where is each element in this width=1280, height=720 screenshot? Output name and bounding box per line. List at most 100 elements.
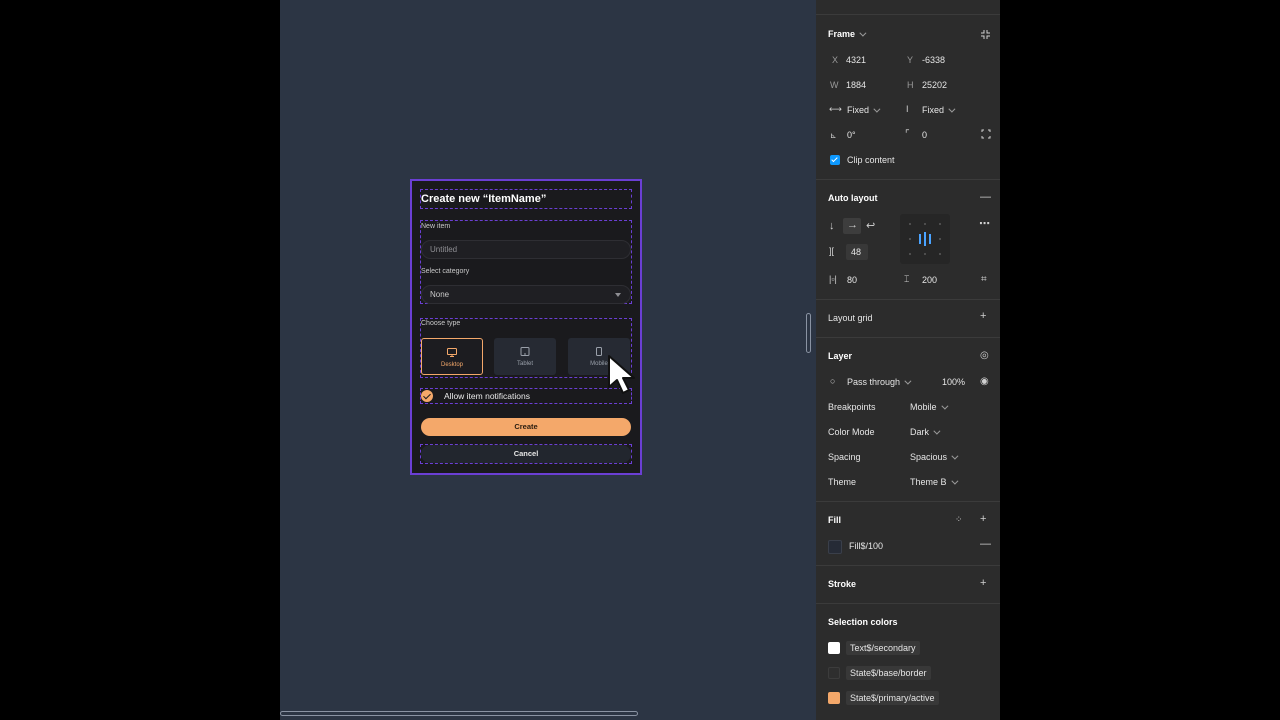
selection-color-item[interactable]: State$/primary/active bbox=[846, 691, 939, 705]
more-options-icon[interactable]: ⋯ bbox=[979, 219, 990, 230]
align-bar-icon bbox=[919, 234, 921, 244]
fill-swatch[interactable] bbox=[828, 540, 842, 554]
padding-vertical-icon: ⌶ bbox=[904, 274, 910, 284]
color-swatch[interactable] bbox=[828, 692, 840, 704]
color-mode-select[interactable]: Dark bbox=[910, 427, 941, 437]
add-fill-icon[interactable]: + bbox=[980, 514, 986, 525]
desktop-icon bbox=[447, 348, 457, 357]
blend-mode-select[interactable]: Pass through bbox=[847, 377, 912, 387]
new-item-label: New item bbox=[421, 223, 451, 230]
horizontal-sizing-select[interactable]: Fixed bbox=[847, 105, 881, 115]
arrow-right-icon: → bbox=[847, 219, 858, 231]
individual-padding-icon[interactable]: ⌗ bbox=[981, 274, 987, 285]
layer-heading: Layer bbox=[828, 351, 853, 361]
type-tablet-button[interactable]: Tablet bbox=[494, 338, 556, 375]
color-swatch[interactable] bbox=[828, 642, 840, 654]
padding-vertical-input[interactable]: 200 bbox=[922, 275, 937, 285]
collapse-icon[interactable] bbox=[980, 29, 991, 40]
opacity-input[interactable]: 100% bbox=[942, 377, 965, 387]
fill-style-name[interactable]: Fill$/100 bbox=[849, 541, 883, 551]
notifications-checkbox[interactable] bbox=[421, 390, 433, 402]
divider bbox=[816, 565, 1000, 566]
divider bbox=[816, 501, 1000, 502]
gap-input[interactable]: 48 bbox=[846, 244, 868, 260]
category-label: Select category bbox=[421, 268, 470, 275]
spacing-label: Spacing bbox=[828, 452, 861, 462]
theme-select[interactable]: Theme B bbox=[910, 477, 958, 487]
breakpoints-label: Breakpoints bbox=[828, 402, 876, 412]
frame-heading[interactable]: Frame bbox=[828, 29, 867, 39]
horizontal-scrollbar[interactable] bbox=[280, 711, 638, 716]
type-desktop-button[interactable]: Desktop bbox=[421, 338, 483, 375]
wrap-icon[interactable]: ↩ bbox=[866, 221, 875, 232]
chevron-down-icon bbox=[859, 29, 867, 37]
clip-content-checkbox[interactable] bbox=[830, 155, 840, 165]
auto-layout-heading: Auto layout bbox=[828, 193, 878, 203]
vertical-sizing-select[interactable]: Fixed bbox=[922, 105, 956, 115]
chevron-down-icon bbox=[615, 293, 621, 297]
rotation-input[interactable]: 0° bbox=[847, 130, 856, 140]
mobile-icon bbox=[596, 347, 602, 356]
notifications-label: Allow item notifications bbox=[444, 391, 530, 401]
divider bbox=[816, 337, 1000, 338]
rotation-icon: ⊾ bbox=[830, 131, 837, 140]
gap-value: 48 bbox=[851, 247, 862, 257]
remove-auto-layout-icon[interactable]: — bbox=[980, 192, 991, 203]
theme-label: Theme bbox=[828, 477, 857, 487]
blend-mode-icon: ○ bbox=[830, 376, 836, 386]
cancel-button[interactable]: Cancel bbox=[421, 445, 631, 463]
fill-heading: Fill bbox=[828, 515, 841, 525]
clip-content-label: Clip content bbox=[847, 155, 895, 165]
gap-icon: ][ bbox=[829, 246, 835, 256]
x-input[interactable]: 4321 bbox=[846, 55, 866, 65]
color-mode-label: Color Mode bbox=[828, 427, 875, 437]
alignment-grid[interactable] bbox=[900, 214, 950, 264]
divider bbox=[816, 603, 1000, 604]
y-label: Y bbox=[907, 55, 914, 65]
divider bbox=[816, 14, 1000, 15]
eye-icon[interactable]: ◉ bbox=[980, 376, 989, 387]
mouse-pointer-icon bbox=[608, 355, 635, 394]
tablet-icon bbox=[520, 347, 530, 356]
selection-colors-heading: Selection colors bbox=[828, 617, 898, 627]
styles-grid-icon[interactable]: ⁘ bbox=[955, 514, 963, 525]
divider bbox=[816, 179, 1000, 180]
category-select[interactable]: None bbox=[421, 285, 631, 304]
x-label: X bbox=[832, 55, 839, 65]
stroke-heading: Stroke bbox=[828, 579, 857, 589]
create-button[interactable]: Create bbox=[421, 418, 631, 436]
corner-radius-icon: ⌜ bbox=[905, 129, 910, 140]
direction-vertical-icon[interactable]: ↓ bbox=[829, 221, 835, 232]
type-desktop-label: Desktop bbox=[440, 362, 463, 368]
corner-radius-input[interactable]: 0 bbox=[922, 130, 927, 140]
w-input[interactable]: 1884 bbox=[846, 80, 866, 90]
h-label: H bbox=[907, 80, 914, 90]
add-layout-grid-icon[interactable]: + bbox=[980, 311, 986, 322]
h-input[interactable]: 25202 bbox=[922, 80, 947, 90]
layout-grid-heading: Layout grid bbox=[828, 313, 873, 323]
selection-color-item[interactable]: Text$/secondary bbox=[846, 641, 920, 655]
padding-horizontal-input[interactable]: 80 bbox=[847, 275, 857, 285]
spacing-select[interactable]: Spacious bbox=[910, 452, 959, 462]
independent-corners-icon[interactable] bbox=[981, 129, 991, 139]
choose-type-label: Choose type bbox=[421, 320, 461, 327]
direction-horizontal-button[interactable]: → bbox=[843, 218, 861, 234]
vertical-resize-icon: I bbox=[906, 104, 909, 114]
breakpoints-select[interactable]: Mobile bbox=[910, 402, 948, 412]
divider bbox=[816, 299, 1000, 300]
type-tablet-label: Tablet bbox=[516, 361, 533, 367]
new-item-input[interactable]: Untitled bbox=[421, 240, 631, 259]
vertical-scrollbar[interactable] bbox=[806, 313, 811, 353]
layer-settings-icon[interactable]: ◎ bbox=[980, 350, 989, 361]
add-stroke-icon[interactable]: + bbox=[980, 578, 986, 589]
color-swatch[interactable] bbox=[828, 667, 840, 679]
y-input[interactable]: -6338 bbox=[922, 55, 945, 65]
horizontal-resize-icon: ⟷ bbox=[829, 104, 842, 114]
remove-fill-icon[interactable]: — bbox=[980, 539, 991, 550]
letterbox-right bbox=[1000, 0, 1280, 720]
category-value: None bbox=[430, 290, 450, 299]
dialog-title[interactable]: Create new “ItemName” bbox=[421, 190, 631, 208]
padding-horizontal-icon: |▫| bbox=[829, 274, 837, 284]
letterbox-left bbox=[0, 0, 280, 720]
selection-color-item[interactable]: State$/base/border bbox=[846, 666, 931, 680]
